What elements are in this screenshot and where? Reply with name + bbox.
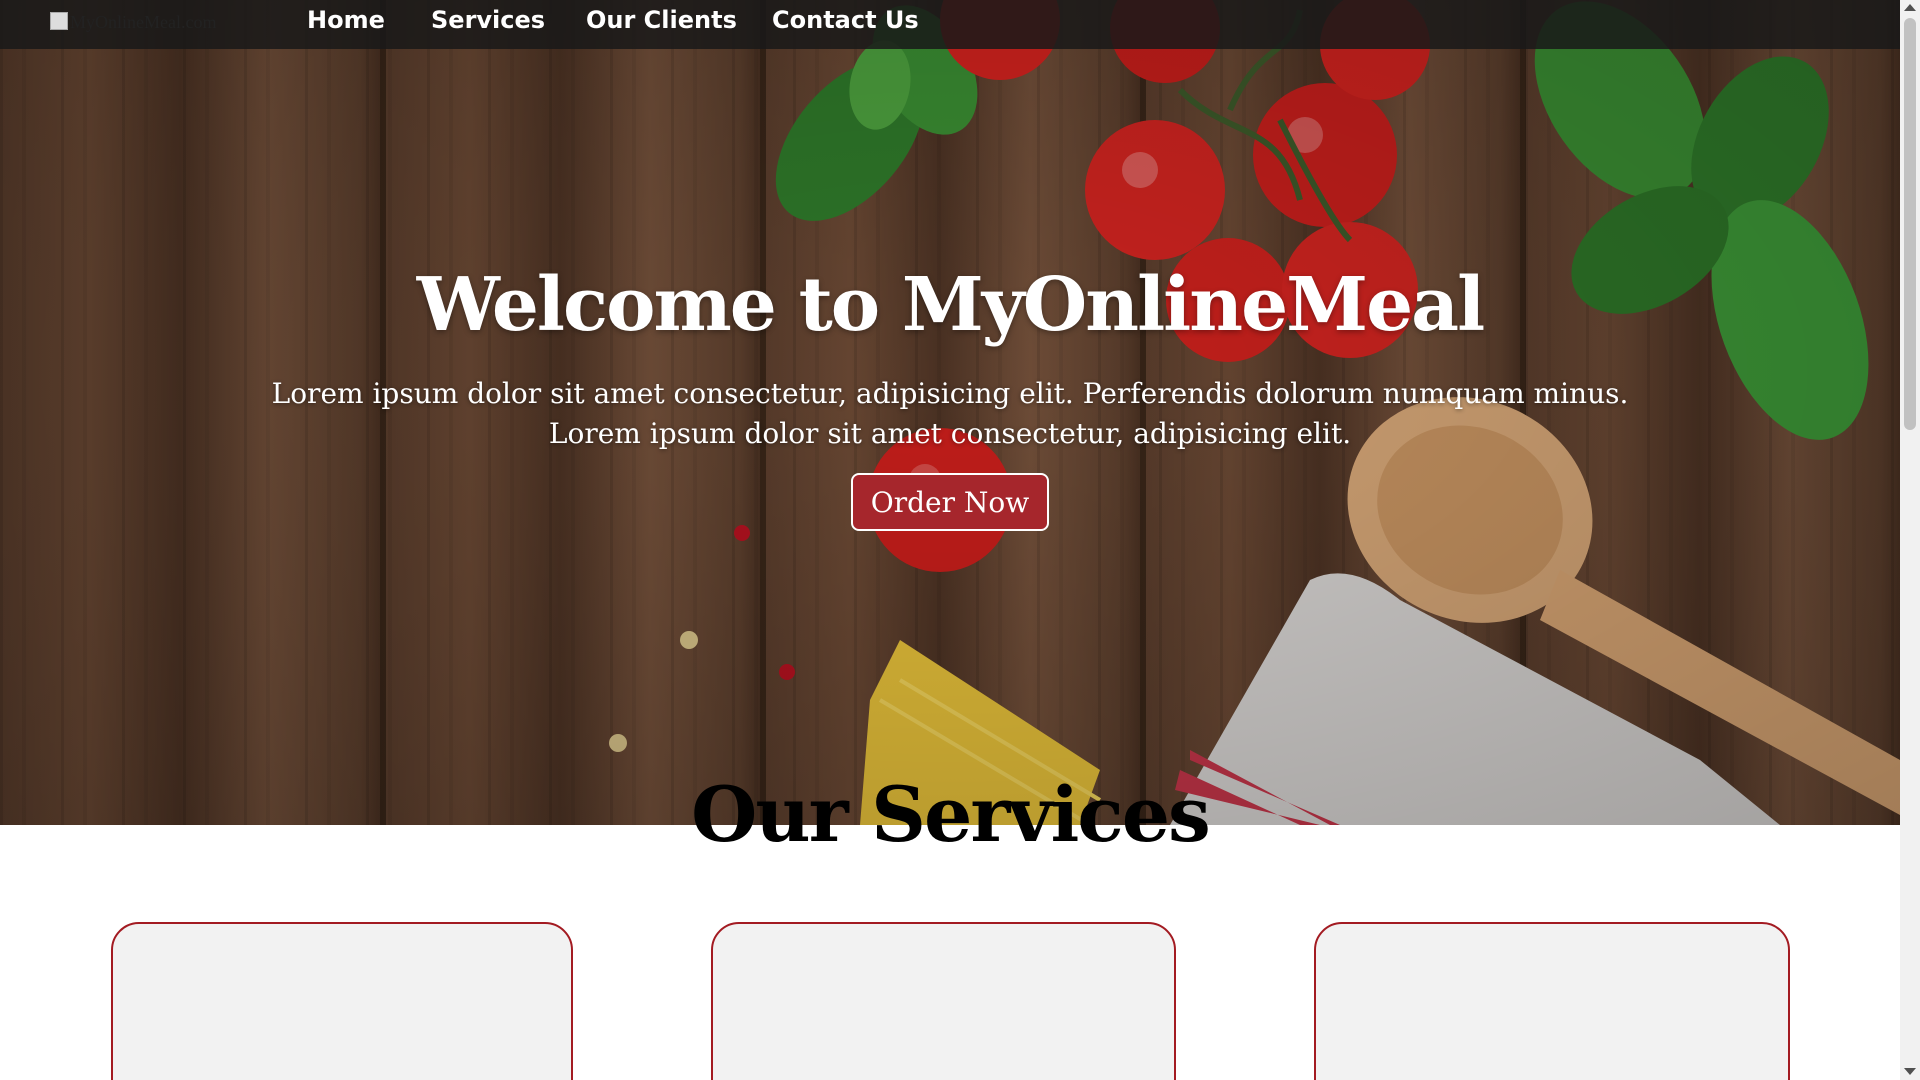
hero-subtitle: Lorem ipsum dolor sit amet consectetur, … <box>0 374 1900 454</box>
scroll-down-arrow-icon[interactable] <box>1904 1068 1916 1075</box>
services-title: Our Services <box>691 770 1211 859</box>
service-card[interactable] <box>111 922 573 1080</box>
nav-home-link[interactable]: Home <box>307 6 385 34</box>
logo-alt-text: MyOnlineMeal.com <box>70 12 217 32</box>
site-logo[interactable]: MyOnlineMeal.com <box>50 12 216 33</box>
hero-subtitle-line-2: Lorem ipsum dolor sit amet consectetur, … <box>548 417 1352 450</box>
scroll-up-arrow-icon[interactable] <box>1904 4 1916 11</box>
service-card[interactable] <box>1314 922 1790 1080</box>
service-card[interactable] <box>711 922 1176 1080</box>
page: MyOnlineMeal.com Home Services Our Clien… <box>0 0 1900 1080</box>
hero-title: Welcome to MyOnlineMeal <box>416 262 1485 348</box>
navbar: MyOnlineMeal.com Home Services Our Clien… <box>0 0 1900 49</box>
order-now-button[interactable]: Order Now <box>851 473 1049 531</box>
page-scrollbar[interactable] <box>1900 0 1920 1080</box>
nav-contact-us-link[interactable]: Contact Us <box>772 6 919 34</box>
hero-subtitle-line-1: Lorem ipsum dolor sit amet consectetur, … <box>271 377 1629 410</box>
scrollbar-thumb[interactable] <box>1904 18 1916 430</box>
broken-image-icon <box>50 12 68 30</box>
nav-services-link[interactable]: Services <box>431 6 545 34</box>
nav-our-clients-link[interactable]: Our Clients <box>586 6 737 34</box>
